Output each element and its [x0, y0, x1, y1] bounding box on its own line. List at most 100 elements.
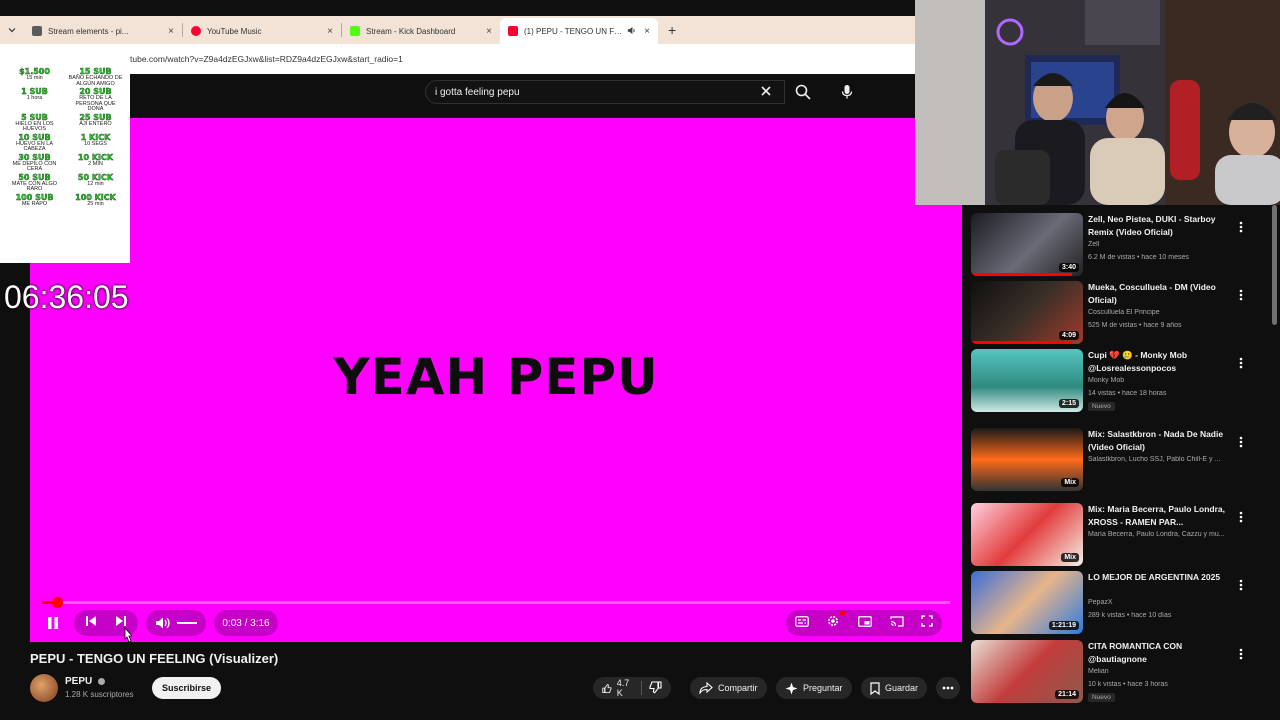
video-thumbnail[interactable]: 2:15: [971, 349, 1083, 412]
cast-button[interactable]: [889, 614, 904, 632]
fullscreen-icon: [921, 615, 933, 627]
more-options-icon[interactable]: [1239, 579, 1243, 594]
tab-youtube-music[interactable]: YouTube Music ×: [183, 18, 341, 44]
recommendation-title[interactable]: Cupi 💔 🥲 - Monky Mob @Losrealessonpocos: [1088, 349, 1238, 375]
video-duration: Mix: [1061, 553, 1079, 562]
recommendation-channel[interactable]: Cosculluela El Principe: [1088, 309, 1243, 316]
video-thumbnail[interactable]: 21:14: [971, 640, 1083, 703]
recommendation-channel[interactable]: Salastkbron, Lucho SSJ, Pablo Chill-E y …: [1088, 456, 1243, 463]
recommendation-stats: 6.2 M de vistas • hace 10 meses: [1088, 254, 1189, 261]
dislike-button[interactable]: [649, 680, 662, 696]
sub-goal-reward: ME DEPILO CON CERA: [12, 160, 57, 172]
miniplayer-button[interactable]: [858, 614, 872, 632]
youtube-icon: [508, 26, 518, 36]
close-tab-icon[interactable]: ×: [486, 26, 492, 37]
video-player[interactable]: YEAH PEPU 0:03 / 3:16: [30, 118, 962, 642]
recommendation-channel[interactable]: PepazX: [1088, 599, 1243, 606]
tab-stream-elements[interactable]: Stream elements - pi... ×: [24, 18, 182, 44]
video-thumbnail[interactable]: 3:40: [971, 213, 1083, 276]
youtube-music-icon: [191, 26, 201, 36]
recommendation-stats: 525 M de vistas • hace 9 años: [1088, 322, 1182, 329]
sub-goal-item: 1 SUB 1 hora: [6, 87, 63, 113]
previous-button[interactable]: [85, 614, 97, 632]
recommendation-item[interactable]: 1:21:19 LO MEJOR DE ARGENTINA 2025 PepazX 2…: [971, 571, 1271, 635]
recommendation-channel[interactable]: María Becerra, Paulo Londra, Cazzu y mu.…: [1088, 531, 1243, 538]
recommendation-title[interactable]: Zell, Neo Pistea, DUKI - Starboy Remix (…: [1088, 213, 1238, 239]
sidebar-scrollbar[interactable]: [1272, 205, 1277, 325]
recommendation-title[interactable]: LO MEJOR DE ARGENTINA 2025: [1088, 571, 1238, 584]
channel-name[interactable]: PEPU: [65, 676, 106, 687]
more-options-icon[interactable]: [1239, 221, 1243, 236]
sub-goal-reward: 2 MIN: [88, 160, 103, 167]
like-button[interactable]: 4.7 K: [602, 678, 633, 698]
more-options-icon[interactable]: [1239, 511, 1243, 526]
share-icon: [699, 682, 713, 694]
recommendation-item[interactable]: Mix Mix: Maria Becerra, Paulo Londra, XRO…: [971, 503, 1271, 567]
channel-avatar[interactable]: [30, 674, 58, 702]
settings-button[interactable]: [826, 610, 846, 633]
recommendation-title[interactable]: Mix: Salastkbron - Nada De Nadie (Video …: [1088, 428, 1238, 454]
tab-kick-dashboard[interactable]: Stream - Kick Dashboard ×: [342, 18, 500, 44]
speaker-icon[interactable]: [627, 26, 636, 37]
close-tab-icon[interactable]: ×: [327, 26, 333, 37]
progress-scrubber[interactable]: [51, 597, 63, 608]
sub-goal-reward: 10 SEGS: [84, 140, 107, 147]
screen: Stream elements - pi... × YouTube Music …: [0, 0, 1280, 720]
more-options-icon[interactable]: [1239, 289, 1243, 304]
recommendation-title[interactable]: CITA ROMANTICA CON @bautiagnone: [1088, 640, 1238, 666]
video-thumbnail[interactable]: 1:21:19: [971, 571, 1083, 634]
save-label: Guardar: [885, 683, 919, 693]
sub-goal-item: 10 KICK 2 MIN: [67, 153, 124, 173]
video-thumbnail[interactable]: Mix: [971, 428, 1083, 491]
tab-label: YouTube Music: [207, 26, 262, 36]
sub-goal-item: 50 SUB MATE CON ALGO RARO: [6, 173, 63, 193]
more-actions-button[interactable]: [936, 677, 960, 699]
recommendation-channel[interactable]: Melian: [1088, 668, 1243, 675]
recommendation-item[interactable]: 21:14 CITA ROMANTICA CON @bautiagnone Meli…: [971, 640, 1271, 704]
video-thumbnail[interactable]: Mix: [971, 503, 1083, 566]
recommendation-channel[interactable]: Zell: [1088, 241, 1243, 248]
close-tab-icon[interactable]: ×: [644, 26, 650, 37]
fullscreen-button[interactable]: [921, 614, 933, 632]
sub-goal-reward: 12 min: [87, 180, 104, 187]
save-button[interactable]: Guardar: [861, 677, 928, 699]
clear-search-icon[interactable]: [760, 84, 772, 100]
address-bar[interactable]: tube.com/watch?v=Z9a4dzEGJxw&list=RDZ9a4…: [0, 44, 915, 74]
recommendation-title[interactable]: Mueka, Cosculluela - DM (Video Oficial): [1088, 281, 1238, 307]
search-input[interactable]: i gotta feeling pepu: [425, 80, 785, 104]
sub-goal-reward: 1 hora: [26, 95, 43, 101]
kick-icon: [350, 26, 360, 36]
hd-badge-icon: [839, 610, 846, 615]
more-options-icon[interactable]: [1239, 648, 1243, 663]
tab-youtube-video[interactable]: (1) PEPU - TENGO UN FEELI ×: [500, 18, 658, 44]
volume-slider[interactable]: [177, 622, 197, 624]
recommendation-item[interactable]: 4:09 Mueka, Cosculluela - DM (Video Ofici…: [971, 281, 1271, 345]
sub-goal-reward: 25 min: [87, 200, 104, 207]
recommendation-item[interactable]: 3:40 Zell, Neo Pistea, DUKI - Starboy Rem…: [971, 213, 1271, 277]
sub-goal-item: 10 SUB HUEVO EN LA CABEZA: [6, 133, 63, 153]
recommendation-item[interactable]: 2:15 Cupi 💔 🥲 - Monky Mob @Losrealessonpo…: [971, 349, 1271, 413]
voice-search-button[interactable]: [834, 80, 860, 104]
recommendation-item[interactable]: Mix Mix: Salastkbron - Nada De Nadie (Vid…: [971, 428, 1271, 492]
recommendation-channel[interactable]: Monky Mob: [1088, 377, 1243, 384]
new-tab-button[interactable]: +: [658, 22, 686, 38]
progress-bar[interactable]: [42, 597, 950, 608]
search-button[interactable]: [786, 80, 820, 104]
more-options-icon[interactable]: [1239, 436, 1243, 451]
ask-label: Preguntar: [803, 683, 843, 693]
sub-goal-item: 5 SUB HIELO EN LOS HUEVOS: [6, 113, 63, 133]
volume-control[interactable]: [146, 610, 206, 636]
video-thumbnail[interactable]: 4:09: [971, 281, 1083, 344]
pause-button[interactable]: [40, 610, 66, 636]
sub-goal-reward: 15 min: [26, 75, 43, 81]
share-button[interactable]: Compartir: [690, 677, 767, 699]
recommendation-stats: 289 k vistas • hace 10 días: [1088, 612, 1172, 619]
share-label: Compartir: [718, 683, 758, 693]
more-options-icon[interactable]: [1239, 357, 1243, 372]
close-tab-icon[interactable]: ×: [168, 26, 174, 37]
tab-search-icon[interactable]: [0, 26, 24, 34]
ask-button[interactable]: Preguntar: [776, 677, 852, 699]
subscribe-button[interactable]: Suscribirse: [152, 677, 221, 699]
recommendation-title[interactable]: Mix: Maria Becerra, Paulo Londra, XROSS …: [1088, 503, 1238, 529]
subtitles-button[interactable]: [794, 614, 809, 632]
